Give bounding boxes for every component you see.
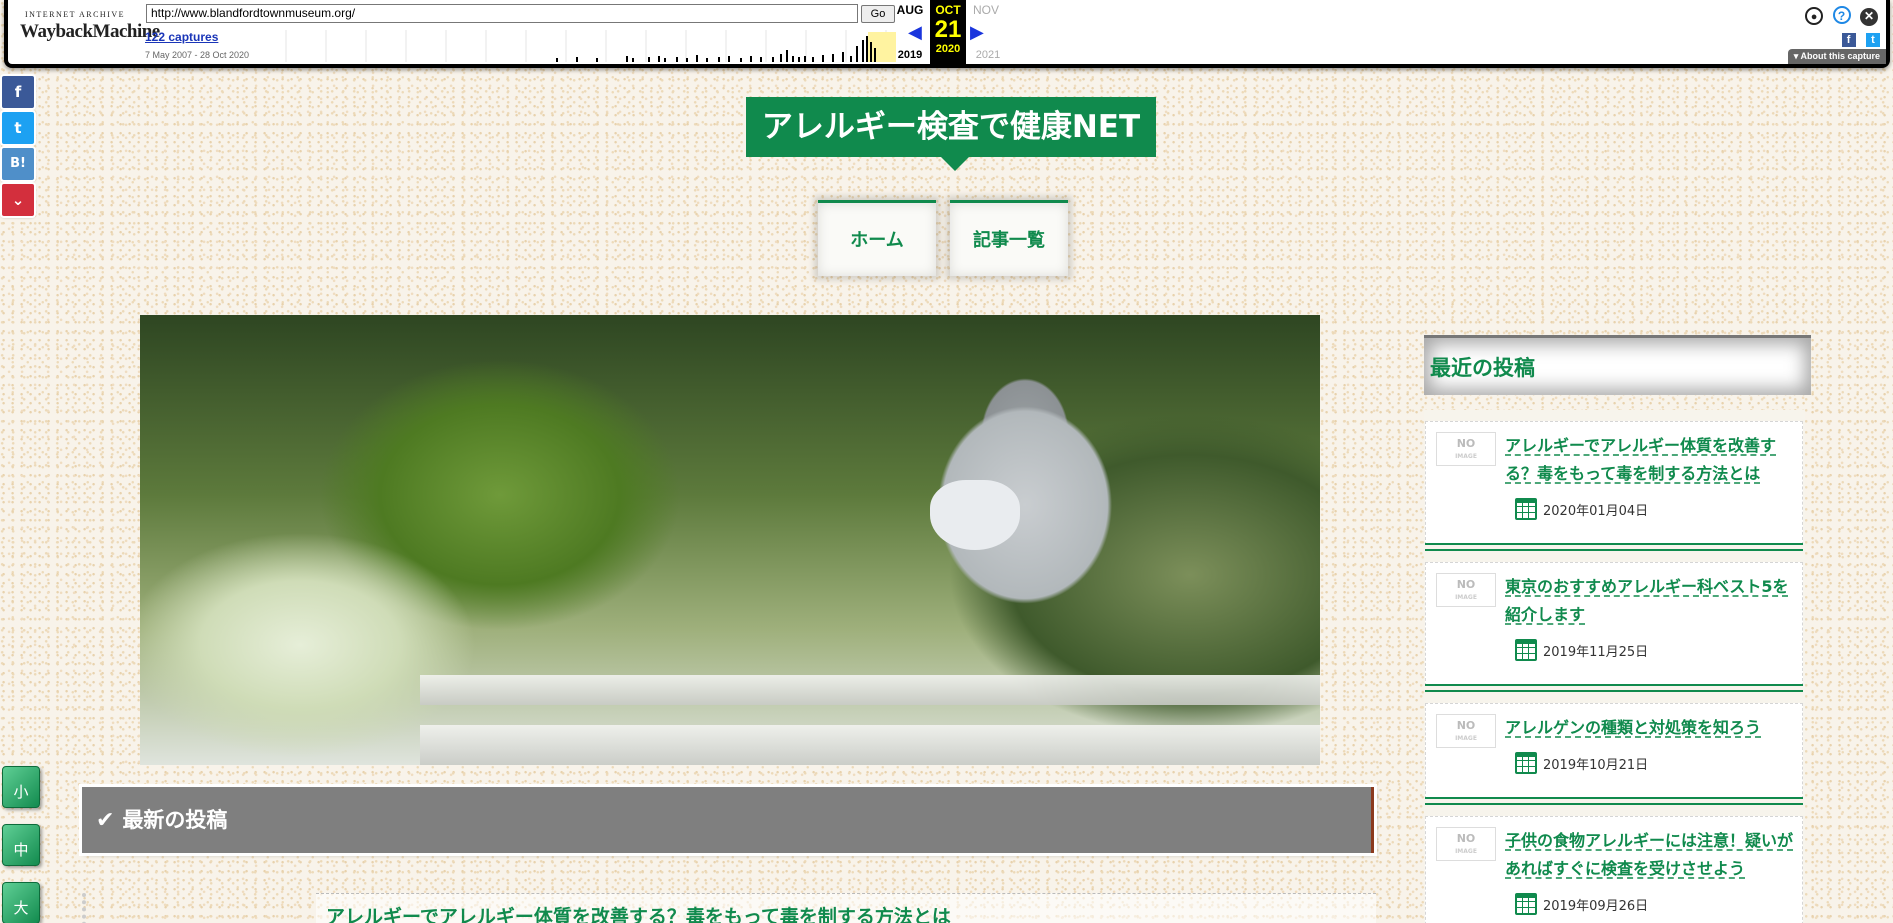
no-image-thumb[interactable]: NO IMAGE (1436, 827, 1496, 861)
wayback-prev-year[interactable]: 2019 (892, 49, 928, 61)
checkmark-icon: ✔ (96, 808, 115, 833)
wayback-url-input[interactable]: http://www.blandfordtownmuseum.org/ (146, 4, 858, 23)
about-capture-button[interactable]: ▾ About this capture (1787, 49, 1886, 64)
share-twitter-button[interactable]: t (2, 112, 34, 144)
font-size-small-button[interactable]: 小 (2, 766, 40, 808)
latest-posts-label: 最新の投稿 (122, 808, 228, 832)
hero-bench-rail (420, 675, 1320, 705)
sidebar-post-item[interactable]: NO IMAGE アレルゲンの種類と対処策を知ろう 2019年10月21日 (1425, 703, 1803, 805)
calendar-icon (1515, 893, 1537, 915)
sidebar-post-date: 2019年11月25日 (1515, 639, 1648, 661)
wayback-current-date: OCT 21 2020 (930, 0, 966, 64)
post-title-link[interactable]: アレルギーでアレルギー体質を改善する？毒をもって毒を制する方法とは (316, 894, 1376, 923)
wayback-toolbar: INTERNET ARCHIVE WaybackMachine http://w… (4, 0, 1890, 68)
prev-capture-arrow-icon[interactable]: ◀ (908, 22, 922, 43)
post-list-item[interactable]: アレルギーでアレルギー体質を改善する？毒をもって毒を制する方法とは (316, 893, 1376, 923)
font-size-switcher: 小 中 大 (2, 766, 42, 923)
wayback-date-range: 7 May 2007 - 28 Oct 2020 (145, 50, 250, 60)
wayback-logo-main: WaybackMachine (20, 21, 160, 42)
thumb-sub: IMAGE (1455, 848, 1477, 855)
wayback-cur-year: 2020 (935, 43, 961, 55)
sidebar-post-link[interactable]: 東京のおすすめアレルギー科ベスト5を紹介します (1505, 573, 1795, 629)
twitter-icon[interactable]: t (1866, 33, 1880, 47)
help-icon[interactable]: ? (1832, 6, 1851, 24)
thumb-label: NO (1456, 437, 1476, 450)
sidebar-post-date-text: 2020年01月04日 (1543, 503, 1649, 519)
sidebar-post-date: 2019年09月26日 (1515, 893, 1648, 915)
sidebar-post-item[interactable]: NO IMAGE 子供の食物アレルギーには注意！疑いがあればすぐに検査を受けさせよ… (1425, 816, 1803, 923)
sidebar-post-item[interactable]: NO IMAGE 東京のおすすめアレルギー科ベスト5を紹介します 2019年11月… (1425, 562, 1803, 692)
share-pocket-button[interactable]: ⌄ (2, 184, 34, 216)
share-facebook-button[interactable]: f (2, 76, 34, 108)
sidebar-recent-heading: 最近の投稿 (1424, 335, 1811, 395)
sidebar-post-item[interactable]: NO IMAGE アレルギーでアレルギー体質を改善する？毒をもって毒を制する方法と… (1425, 421, 1803, 551)
sidebar-post-date: 2019年10月21日 (1515, 752, 1648, 774)
sidebar-post-date-text: 2019年11月25日 (1543, 644, 1649, 660)
font-size-medium-button[interactable]: 中 (2, 824, 40, 866)
sidebar-post-link[interactable]: アレルギーでアレルギー体質を改善する？毒をもって毒を制する方法とは (1505, 432, 1795, 488)
hero-bench-seat (420, 725, 1320, 765)
facebook-icon[interactable]: f (1841, 33, 1856, 47)
nav-home-button[interactable]: ホーム (818, 200, 936, 276)
latest-posts-heading: ✔ 最新の投稿 (82, 787, 1374, 853)
sidebar-post-link[interactable]: 子供の食物アレルギーには注意！疑いがあればすぐに検査を受けさせよう (1505, 827, 1795, 883)
wayback-prev-month[interactable]: AUG (892, 3, 928, 17)
about-capture-label: About this capture (1800, 51, 1880, 61)
wayback-cur-day: 21 (934, 16, 962, 43)
hero-image (140, 315, 1320, 765)
sidebar-post-date: 2020年01月04日 (1515, 498, 1648, 520)
thumb-sub: IMAGE (1455, 594, 1477, 601)
wayback-go-button[interactable]: Go (861, 5, 895, 23)
calendar-icon (1515, 752, 1537, 774)
wayback-social: f t (1836, 30, 1880, 48)
wayback-next-year[interactable]: 2021 (970, 49, 1006, 61)
hero-face-mask (930, 480, 1020, 550)
font-size-large-button[interactable]: 大 (2, 882, 40, 923)
thumb-sub: IMAGE (1455, 735, 1477, 742)
thumb-label: NO (1456, 578, 1476, 591)
wayback-captures-link[interactable]: 122 captures (145, 30, 218, 44)
wayback-next-month[interactable]: NOV (968, 3, 1004, 17)
pocket-icon: ⌄ (11, 191, 25, 209)
no-image-thumb[interactable]: NO IMAGE (1436, 714, 1496, 748)
share-hatena-button[interactable]: B! (2, 148, 34, 180)
close-icon[interactable]: ✕ (1860, 8, 1878, 26)
thumb-sub: IMAGE (1455, 453, 1477, 460)
wayback-sparkline[interactable] (266, 30, 896, 62)
thumb-label: NO (1456, 832, 1476, 845)
no-image-thumb[interactable]: NO IMAGE (1436, 432, 1496, 466)
wayback-logo-top: INTERNET ARCHIVE (24, 10, 126, 19)
calendar-icon (1515, 498, 1537, 520)
share-rail: f t B! ⌄ (2, 76, 36, 220)
wayback-right-icons: ● ? ✕ (1800, 6, 1878, 26)
sidebar-post-link[interactable]: アレルゲンの種類と対処策を知ろう (1505, 714, 1795, 742)
user-icon[interactable]: ● (1805, 7, 1824, 25)
nav-articles-button[interactable]: 記事一覧 (950, 200, 1068, 276)
post-thumb-placeholder (82, 893, 86, 923)
no-image-thumb[interactable]: NO IMAGE (1436, 573, 1496, 607)
sidebar-post-date-text: 2019年10月21日 (1543, 757, 1649, 773)
thumb-label: NO (1456, 719, 1476, 732)
wayback-cur-month: OCT (935, 3, 961, 17)
sidebar-post-date-text: 2019年09月26日 (1543, 898, 1649, 914)
wayback-logo[interactable]: INTERNET ARCHIVE WaybackMachine (20, 10, 160, 52)
calendar-icon (1515, 639, 1537, 661)
next-capture-arrow-icon[interactable]: ▶ (970, 22, 984, 43)
site-title[interactable]: アレルギー検査で健康NET (746, 97, 1156, 171)
